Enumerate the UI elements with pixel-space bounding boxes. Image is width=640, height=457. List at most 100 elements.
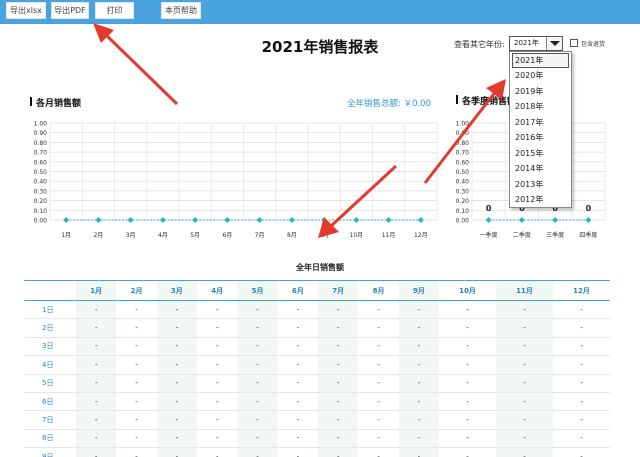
month-column-header: 11月 — [496, 280, 553, 301]
table-cell: - — [358, 447, 399, 457]
year-dropdown: 2021年 2020年 2019年 2018年 2017年 2016年 2015… — [509, 51, 572, 208]
day-label: 3日 — [24, 337, 76, 357]
table-cell: - — [358, 374, 399, 393]
table-cell: - — [552, 410, 610, 430]
table-cell: - — [358, 337, 399, 357]
table-row: 2日 - - - - - - - - - - - - — [24, 318, 610, 338]
table-cell: - — [76, 374, 117, 393]
table-cell: - — [318, 374, 359, 393]
table-cell: - — [358, 300, 399, 320]
month-column-header: 7月 — [318, 280, 359, 301]
day-label: 8日 — [24, 429, 76, 449]
table-cell: - — [237, 318, 278, 338]
table-cell: - — [197, 300, 238, 320]
year-option[interactable]: 2018年 — [510, 99, 571, 115]
year-option[interactable]: 2012年 — [510, 192, 571, 208]
month-column-header: 6月 — [291, 286, 304, 295]
year-option[interactable]: 2014年 — [510, 161, 571, 177]
report-page: 导出xlsx 导出PDF 打印 本页帮助 2021年销售报表 查看其它年份: 2… — [0, 0, 640, 457]
table-cell: - — [552, 337, 610, 357]
table-cell: - — [197, 355, 238, 375]
table-cell: - — [76, 300, 117, 320]
table-cell: - — [552, 318, 610, 338]
year-option[interactable]: 2020年 — [510, 68, 571, 84]
table-cell: - — [277, 374, 319, 393]
table-cell: - — [277, 429, 319, 449]
table-cell: - — [237, 392, 278, 412]
table-cell: - — [439, 392, 497, 412]
table-cell: - — [197, 447, 238, 457]
table-cell: - — [496, 337, 553, 357]
table-cell: - — [277, 392, 319, 412]
table-cell: - — [552, 374, 610, 393]
month-column-header: 1月 — [76, 280, 117, 301]
table-cell: - — [496, 374, 553, 393]
table-row: 1日 - - - - - - - - - - - - — [24, 300, 610, 320]
table-cell: - — [116, 318, 157, 338]
year-option[interactable]: 2019年 — [510, 84, 571, 100]
day-label: 6日 — [24, 392, 76, 412]
table-cell: - — [156, 429, 198, 449]
table-cell: - — [76, 318, 117, 338]
daily-sales-table: 1月 2月 3月 4月 5月 6月 7月 8月 9月 10月 11月 12月 1日 - - - - - - - - - -… — [24, 280, 610, 457]
table-cell: - — [398, 318, 440, 338]
table-cell: - — [318, 318, 359, 338]
table-cell: - — [496, 355, 553, 375]
table-cell: - — [76, 337, 117, 357]
table-cell: - — [439, 355, 497, 375]
day-label: 4日 — [24, 355, 76, 375]
table-cell: - — [496, 447, 553, 457]
table-cell: - — [439, 337, 497, 357]
table-cell: - — [439, 374, 497, 393]
table-cell: - — [277, 318, 319, 338]
daily-table-title: 全年日销售额 — [296, 263, 344, 272]
table-row: 8日 - - - - - - - - - - - - — [24, 429, 610, 449]
table-cell: - — [398, 392, 440, 412]
table-cell: - — [318, 337, 359, 357]
day-label: 1日 — [24, 300, 76, 320]
year-option[interactable]: 2015年 — [510, 146, 571, 162]
table-cell: - — [398, 355, 440, 375]
table-cell: - — [496, 429, 553, 449]
table-cell: - — [116, 355, 157, 375]
table-cell: - — [277, 447, 319, 457]
year-option[interactable]: 2013年 — [510, 177, 571, 193]
table-cell: - — [552, 300, 610, 320]
month-column-header: 4月 — [211, 286, 224, 295]
table-cell: - — [358, 355, 399, 375]
month-column-header: 3月 — [156, 280, 198, 301]
table-cell: - — [76, 355, 117, 375]
table-cell: - — [197, 318, 238, 338]
table-cell: - — [76, 392, 117, 412]
table-cell: - — [156, 374, 198, 393]
table-cell: - — [398, 447, 440, 457]
table-cell: - — [398, 429, 440, 449]
table-cell: - — [496, 318, 553, 338]
table-cell: - — [116, 374, 157, 393]
table-row: 6日 - - - - - - - - - - - - — [24, 392, 610, 412]
year-option[interactable]: 2016年 — [510, 130, 571, 146]
year-option[interactable]: 2021年 — [512, 53, 569, 68]
table-cell: - — [76, 447, 117, 457]
table-cell: - — [197, 374, 238, 393]
table-cell: - — [318, 410, 359, 430]
table-cell: - — [439, 447, 497, 457]
table-row: 3日 - - - - - - - - - - - - — [24, 337, 610, 357]
month-column-header: 9月 — [398, 280, 440, 301]
table-cell: - — [277, 355, 319, 375]
table-cell: - — [439, 300, 497, 320]
table-cell: - — [398, 410, 440, 430]
year-option[interactable]: 2017年 — [510, 115, 571, 131]
table-row: 4日 - - - - - - - - - - - - — [24, 355, 610, 375]
table-cell: - — [116, 410, 157, 430]
table-cell: - — [398, 300, 440, 320]
table-cell: - — [496, 300, 553, 320]
table-cell: - — [237, 355, 278, 375]
table-cell: - — [318, 392, 359, 412]
table-cell: - — [156, 410, 198, 430]
table-cell: - — [277, 337, 319, 357]
month-column-header: 12月 — [573, 286, 590, 295]
table-cell: - — [116, 300, 157, 320]
table-cell: - — [358, 392, 399, 412]
table-cell: - — [277, 410, 319, 430]
